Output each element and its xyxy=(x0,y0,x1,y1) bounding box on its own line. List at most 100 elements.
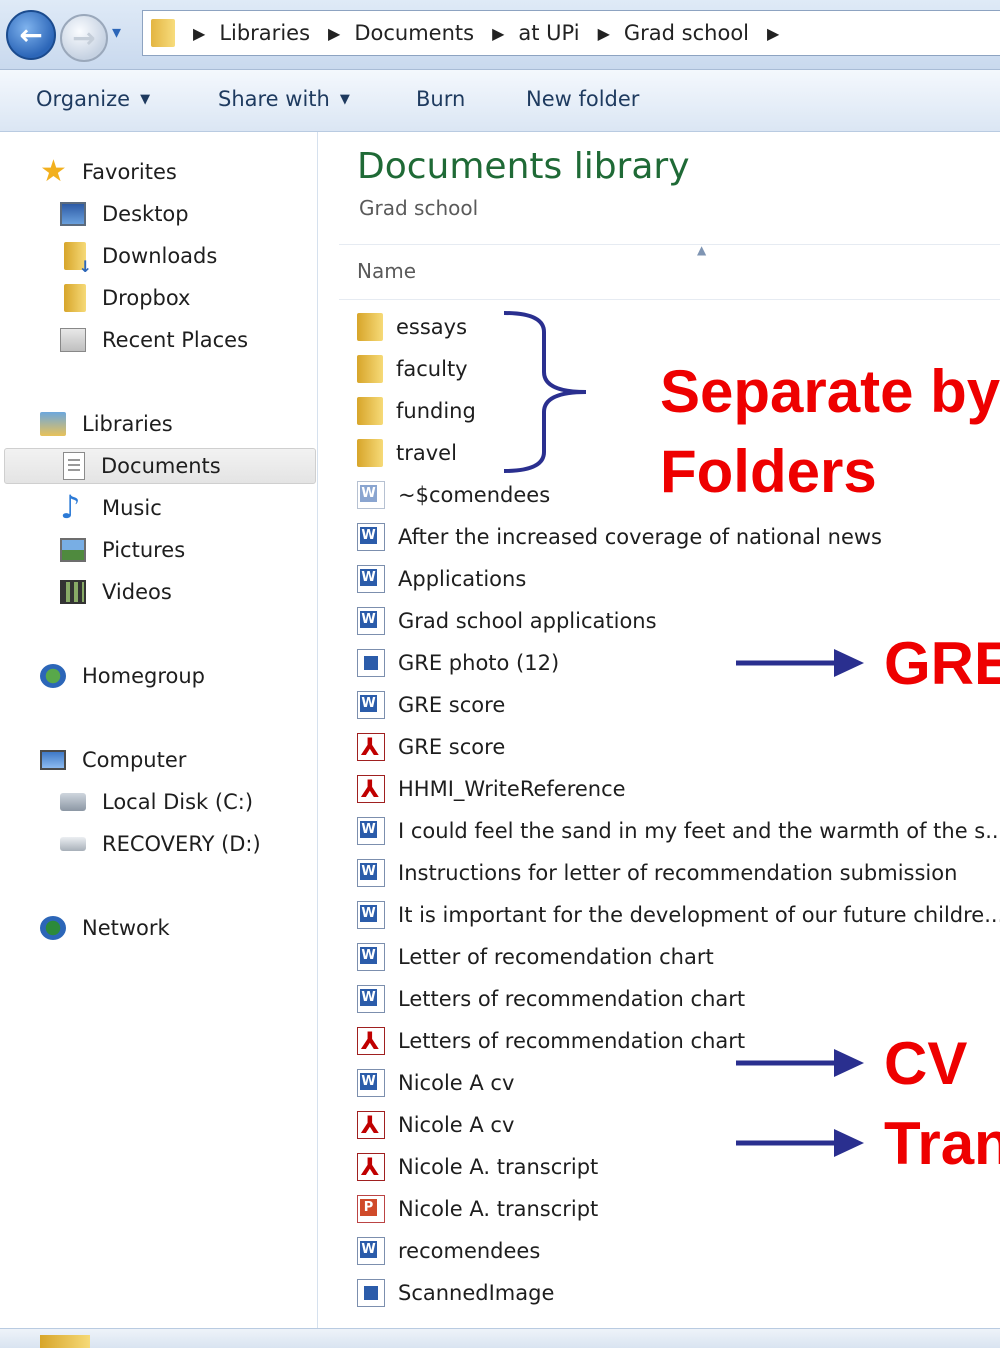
new-folder-button[interactable]: New folder xyxy=(526,87,639,111)
breadcrumb-grad-school[interactable]: Grad school xyxy=(624,21,749,45)
sidebar-item-libraries[interactable]: Libraries xyxy=(40,406,173,442)
chevron-right-icon[interactable]: ▶ xyxy=(193,24,205,43)
file-item[interactable]: recomendees xyxy=(357,1233,1000,1269)
separate-annotation-line1: Separate by xyxy=(660,358,1000,425)
chevron-right-icon[interactable]: ▶ xyxy=(598,24,610,43)
sidebar-item-pictures[interactable]: Pictures xyxy=(60,532,185,568)
file-name: Nicole A. transcript xyxy=(398,1197,599,1221)
column-header-name[interactable]: ▲ Name xyxy=(339,243,1000,300)
breadcrumb-documents[interactable]: Documents xyxy=(354,21,474,45)
recent-pages-dropdown[interactable]: ▾ xyxy=(112,22,121,43)
recent-places-icon xyxy=(60,328,86,352)
sidebar-item-videos[interactable]: Videos xyxy=(60,574,172,610)
file-item[interactable]: Applications xyxy=(357,561,1000,597)
file-name: Nicole A cv xyxy=(398,1071,515,1095)
local-disk-icon xyxy=(60,793,86,811)
file-name: Nicole A. transcript xyxy=(398,1155,599,1179)
file-name: funding xyxy=(396,399,476,423)
powerpoint-icon xyxy=(357,1195,385,1223)
share-with-label: Share with xyxy=(218,87,330,111)
file-name: HHMI_WriteReference xyxy=(398,777,626,801)
sidebar-item-desktop[interactable]: Desktop xyxy=(60,196,189,232)
file-name: GRE score xyxy=(398,693,506,717)
file-item[interactable]: GRE score xyxy=(357,729,1000,765)
folder-icon xyxy=(40,1335,90,1348)
word-document-icon xyxy=(357,1069,385,1097)
file-item[interactable]: Letter of recomendation chart xyxy=(357,939,1000,975)
file-item[interactable]: I could feel the sand in my feet and the… xyxy=(357,813,1000,849)
file-name: Instructions for letter of recommendatio… xyxy=(398,861,958,885)
separate-annotation-line2: Folders xyxy=(660,438,877,505)
word-document-icon xyxy=(357,985,385,1013)
sidebar-item-favorites[interactable]: Favorites xyxy=(40,154,177,190)
sidebar-item-homegroup[interactable]: Homegroup xyxy=(40,658,205,694)
arrow-right-icon xyxy=(736,649,864,677)
folder-icon xyxy=(357,397,383,425)
breadcrumb[interactable]: ▶ Libraries ▶ Documents ▶ at UPi ▶ Grad … xyxy=(142,10,1000,56)
file-name: essays xyxy=(396,315,468,339)
folder-icon xyxy=(357,313,383,341)
file-item[interactable]: Nicole A. transcript xyxy=(357,1191,1000,1227)
sidebar-item-label: Videos xyxy=(102,580,172,604)
sidebar-item-label: Computer xyxy=(82,748,187,772)
sidebar-item-dropbox[interactable]: Dropbox xyxy=(64,280,190,316)
burn-button[interactable]: Burn xyxy=(416,87,465,111)
folder-icon xyxy=(357,439,383,467)
word-document-icon xyxy=(357,691,385,719)
file-name: Nicole A cv xyxy=(398,1113,515,1137)
sidebar-item-computer[interactable]: Computer xyxy=(40,742,186,778)
file-item[interactable]: Letters of recommendation chart xyxy=(357,981,1000,1017)
pdf-icon xyxy=(357,775,385,803)
file-name: Grad school applications xyxy=(398,609,657,633)
file-name: Applications xyxy=(398,567,527,591)
back-button[interactable]: ← xyxy=(6,10,56,60)
page-title: Documents library xyxy=(357,146,690,187)
breadcrumb-libraries[interactable]: Libraries xyxy=(219,21,310,45)
film-strip-icon xyxy=(60,580,86,604)
sidebar-item-label: Downloads xyxy=(102,244,218,268)
folder-icon xyxy=(151,19,175,47)
sidebar-item-music[interactable]: Music xyxy=(60,488,162,526)
word-document-icon xyxy=(357,607,385,635)
share-with-button[interactable]: Share with ▼ xyxy=(218,87,350,111)
gre-annotation: GRE xyxy=(884,630,1000,697)
chevron-right-icon[interactable]: ▶ xyxy=(767,24,779,43)
word-document-icon xyxy=(357,1237,385,1265)
sidebar-item-label: Documents xyxy=(101,454,221,478)
documents-icon xyxy=(63,452,85,480)
file-item[interactable]: HHMI_WriteReference xyxy=(357,771,1000,807)
chevron-right-icon[interactable]: ▶ xyxy=(328,24,340,43)
sidebar-item-recovery[interactable]: RECOVERY (D:) xyxy=(60,826,261,862)
file-item[interactable]: After the increased coverage of national… xyxy=(357,519,1000,555)
sidebar-item-recent-places[interactable]: Recent Places xyxy=(60,322,248,358)
folder-item[interactable]: essays xyxy=(357,309,1000,345)
file-item[interactable]: Instructions for letter of recommendatio… xyxy=(357,855,1000,891)
sidebar-item-downloads[interactable]: Downloads xyxy=(64,238,218,276)
file-name: GRE score xyxy=(398,735,506,759)
downloads-folder-icon xyxy=(64,242,92,276)
library-subtitle: Grad school xyxy=(359,196,479,220)
file-name: After the increased coverage of national… xyxy=(398,525,882,549)
sidebar-item-label: Homegroup xyxy=(82,664,206,688)
pdf-icon xyxy=(357,1111,385,1139)
sidebar-item-label: Pictures xyxy=(102,538,186,562)
file-name: Letters of recommendation chart xyxy=(398,987,746,1011)
file-item[interactable]: ScannedImage xyxy=(357,1275,1000,1311)
sidebar-item-local-disk[interactable]: Local Disk (C:) xyxy=(60,784,253,820)
sidebar-item-network[interactable]: Network xyxy=(40,910,170,946)
breadcrumb-at-upi[interactable]: at UPi xyxy=(518,21,579,45)
sidebar-item-documents[interactable]: Documents xyxy=(4,448,316,484)
file-item[interactable]: It is important for the development of o… xyxy=(357,897,1000,933)
drive-icon xyxy=(60,837,86,851)
image-file-icon xyxy=(357,649,385,677)
word-document-icon xyxy=(357,565,385,593)
sidebar-item-label: Music xyxy=(102,496,162,520)
chevron-right-icon[interactable]: ▶ xyxy=(492,24,504,43)
organize-button[interactable]: Organize ▼ xyxy=(36,87,150,111)
word-document-icon xyxy=(357,943,385,971)
forward-button[interactable]: → xyxy=(60,14,108,62)
address-bar: ← → ▾ ▶ Libraries ▶ Documents ▶ at UPi ▶… xyxy=(0,0,1000,70)
file-name: Letter of recomendation chart xyxy=(398,945,714,969)
sort-ascending-icon: ▲ xyxy=(697,243,707,257)
pdf-icon xyxy=(357,733,385,761)
